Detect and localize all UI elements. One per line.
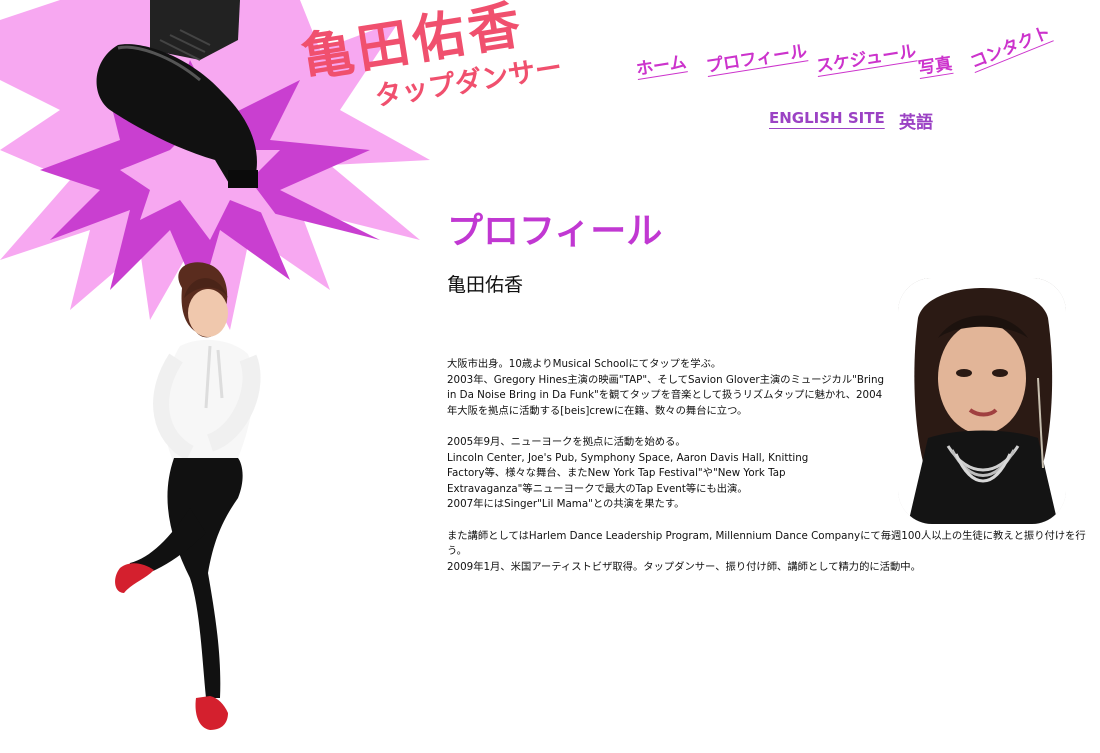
nav-profile[interactable]: プロフィール — [704, 36, 809, 77]
dancer-photo — [115, 262, 261, 730]
bio-paragraph-2: 2005年9月、ニューヨークを拠点に活動を始める。 Lincoln Center… — [447, 435, 809, 511]
bio-paragraph-1: 大阪市出身。10歳よりMusical Schoolにてタップを学ぶ。 2003年… — [447, 358, 885, 417]
nav-contact[interactable]: コンタクト — [966, 18, 1054, 73]
page-heading: プロフィール — [447, 211, 663, 252]
person-name: 亀田佑香 — [447, 274, 524, 296]
nav-schedule[interactable]: スケジュール — [814, 37, 918, 77]
biography: 大阪市出身。10歳よりMusical Schoolにてタップを学ぶ。 2003年… — [447, 357, 1086, 591]
english-label-ja: 英語 — [899, 113, 933, 133]
bio-paragraph-3: また講師としてはHarlem Dance Leadership Program,… — [447, 529, 1086, 573]
portrait-photo — [898, 278, 1066, 524]
nav-home[interactable]: ホーム — [634, 47, 688, 80]
nav-photos[interactable]: 写真 — [916, 49, 954, 79]
english-site-link[interactable]: ENGLISH SITE — [769, 109, 885, 127]
